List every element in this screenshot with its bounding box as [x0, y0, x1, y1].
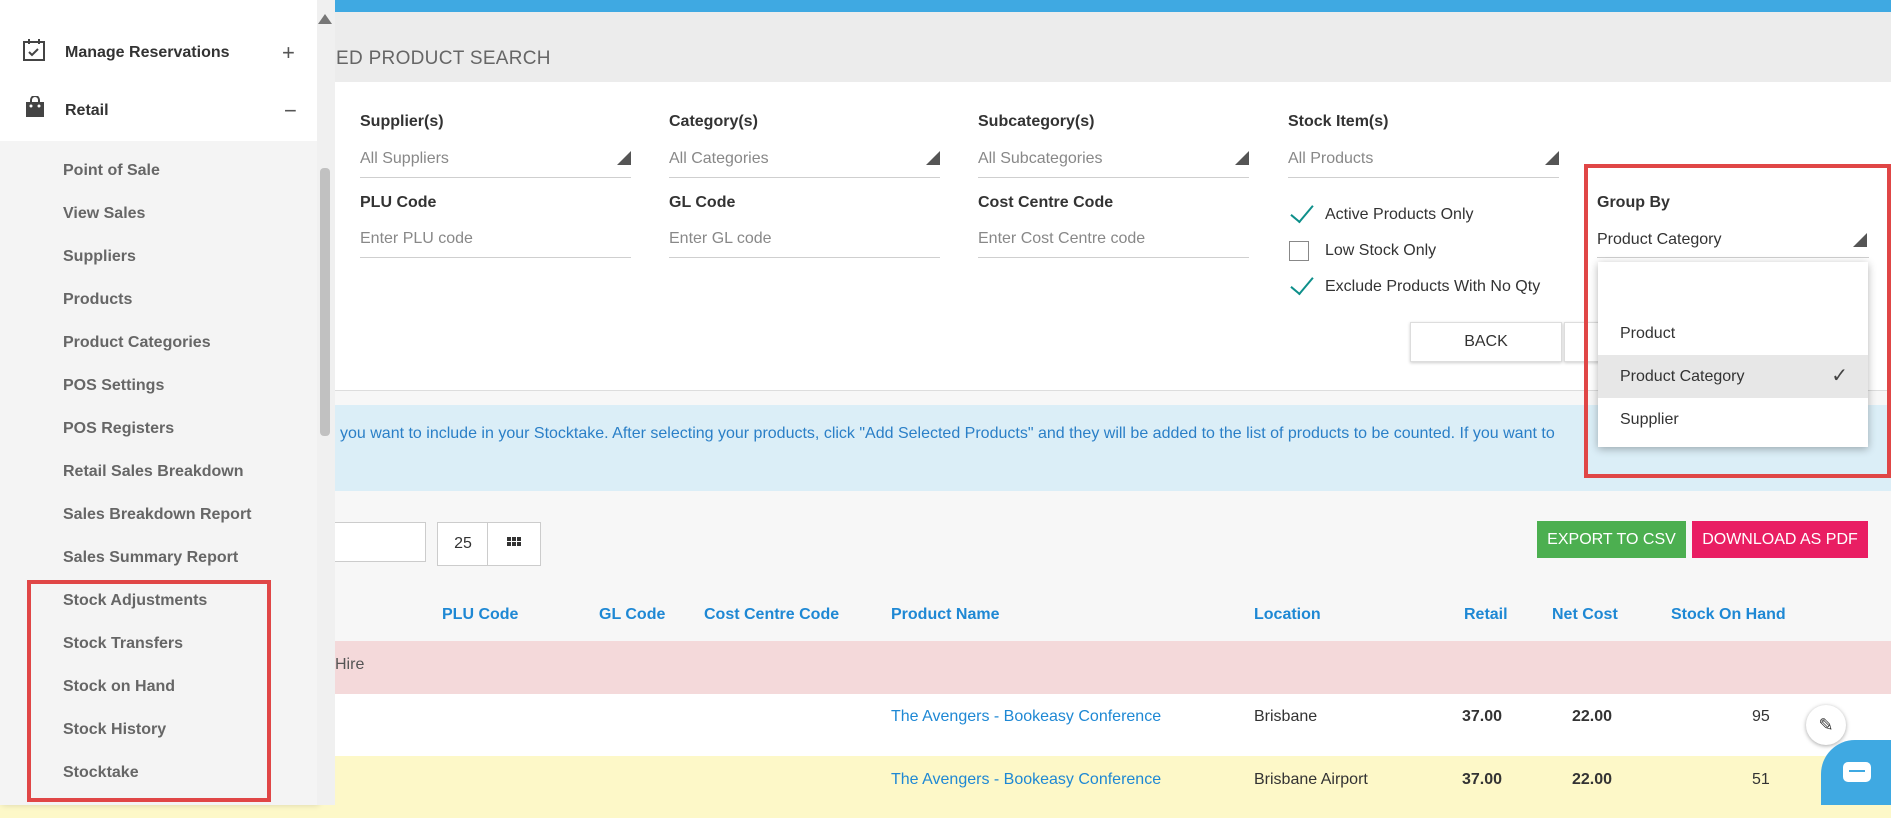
column-grid-button[interactable]	[487, 522, 541, 566]
scroll-up-arrow-icon[interactable]	[318, 14, 332, 24]
sidebar-main-menu	[0, 0, 317, 141]
stock-item-underline	[1288, 177, 1559, 178]
plu-underline	[360, 257, 631, 258]
sidebar-item-pos-registers[interactable]: POS Registers	[63, 420, 174, 438]
supplier-select[interactable]: All Suppliers	[360, 150, 449, 168]
subcategory-underline	[978, 177, 1249, 178]
retail-cell: 37.00	[1462, 771, 1503, 788]
group-label: Hire	[335, 656, 365, 673]
info-text: you want to include in your Stocktake. A…	[340, 425, 1555, 442]
th-product-name[interactable]: Product Name	[891, 606, 999, 624]
net-cost-cell: 22.00	[1572, 708, 1613, 725]
highlight-stock-menu	[27, 580, 271, 802]
stock-cell: 51	[1752, 771, 1770, 788]
cost-centre-label: Cost Centre Code	[978, 194, 1114, 211]
sidebar-item-manage-reservations[interactable]: Manage Reservations	[65, 44, 230, 62]
net-cost-cell: 22.00	[1572, 771, 1613, 788]
subcategory-dropdown-arrow-icon[interactable]	[1235, 151, 1249, 165]
page-size-select[interactable]: 25	[437, 522, 489, 566]
exclude-no-qty-label: Exclude Products With No Qty	[1325, 278, 1541, 295]
minus-icon[interactable]: −	[284, 98, 297, 124]
stock-cell: 95	[1752, 708, 1770, 725]
cost-centre-underline	[978, 257, 1249, 258]
th-cost-centre-code[interactable]: Cost Centre Code	[704, 606, 839, 624]
active-products-label: Active Products Only	[1325, 206, 1474, 223]
plus-icon[interactable]: +	[282, 40, 295, 66]
calendar-check-icon	[22, 38, 46, 68]
page-title: ED PRODUCT SEARCH	[336, 48, 551, 69]
th-net-cost[interactable]: Net Cost	[1552, 606, 1618, 624]
th-location[interactable]: Location	[1254, 606, 1321, 624]
chat-icon	[1843, 762, 1871, 782]
th-gl-code[interactable]: GL Code	[599, 606, 665, 624]
product-name-link[interactable]: The Avengers - Bookeasy Conference	[891, 708, 1161, 726]
grid-icon	[507, 537, 521, 546]
low-stock-checkbox[interactable]	[1289, 241, 1309, 261]
low-stock-label: Low Stock Only	[1325, 242, 1437, 259]
plu-label: PLU Code	[360, 194, 437, 211]
th-plu-code[interactable]: PLU Code	[442, 606, 518, 624]
sidebar-item-suppliers[interactable]: Suppliers	[63, 248, 136, 266]
stock-item-dropdown-arrow-icon[interactable]	[1545, 151, 1559, 165]
gl-input[interactable]: Enter GL code	[669, 230, 772, 248]
sidebar-item-sales-breakdown-report[interactable]: Sales Breakdown Report	[63, 506, 252, 524]
sidebar-item-pos-settings[interactable]: POS Settings	[63, 377, 164, 395]
sidebar-item-view-sales[interactable]: View Sales	[63, 205, 145, 223]
edit-button[interactable]: ✎	[1806, 705, 1846, 745]
th-stock-on-hand[interactable]: Stock On Hand	[1671, 606, 1786, 624]
cost-centre-input[interactable]: Enter Cost Centre code	[978, 230, 1145, 248]
shopping-bag-icon	[24, 95, 46, 124]
category-select[interactable]: All Categories	[669, 150, 769, 168]
gl-underline	[669, 257, 940, 258]
pencil-icon: ✎	[1818, 715, 1834, 735]
sidebar-item-retail-sales-breakdown[interactable]: Retail Sales Breakdown	[63, 463, 244, 481]
stock-item-label: Stock Item(s)	[1288, 113, 1389, 130]
sidebar-item-products[interactable]: Products	[63, 291, 132, 309]
sidebar-item-sales-summary-report[interactable]: Sales Summary Report	[63, 549, 238, 567]
gl-label: GL Code	[669, 194, 736, 211]
stock-item-select[interactable]: All Products	[1288, 150, 1373, 168]
supplier-label: Supplier(s)	[360, 113, 444, 130]
category-underline	[669, 177, 940, 178]
highlight-group-by	[1584, 164, 1891, 478]
sidebar-item-point-of-sale[interactable]: Point of Sale	[63, 162, 160, 180]
chat-button[interactable]	[1821, 740, 1891, 805]
download-pdf-button[interactable]: DOWNLOAD AS PDF	[1692, 521, 1868, 558]
supplier-underline	[360, 177, 631, 178]
sidebar-scroll-thumb[interactable]	[320, 168, 330, 436]
product-name-link[interactable]: The Avengers - Bookeasy Conference	[891, 771, 1161, 789]
location-cell: Brisbane	[1254, 708, 1318, 725]
location-cell: Brisbane Airport	[1254, 771, 1368, 788]
sidebar-item-product-categories[interactable]: Product Categories	[63, 334, 211, 352]
back-button[interactable]: BACK	[1410, 322, 1562, 362]
plu-input[interactable]: Enter PLU code	[360, 230, 473, 248]
category-label: Category(s)	[669, 113, 758, 130]
retail-cell: 37.00	[1462, 708, 1503, 725]
sidebar-item-retail[interactable]: Retail	[65, 102, 109, 120]
category-dropdown-arrow-icon[interactable]	[926, 151, 940, 165]
export-csv-button[interactable]: EXPORT TO CSV	[1537, 521, 1686, 558]
subcategory-label: Subcategory(s)	[978, 113, 1095, 130]
supplier-dropdown-arrow-icon[interactable]	[617, 151, 631, 165]
subcategory-select[interactable]: All Subcategories	[978, 150, 1103, 168]
th-retail[interactable]: Retail	[1464, 606, 1508, 624]
